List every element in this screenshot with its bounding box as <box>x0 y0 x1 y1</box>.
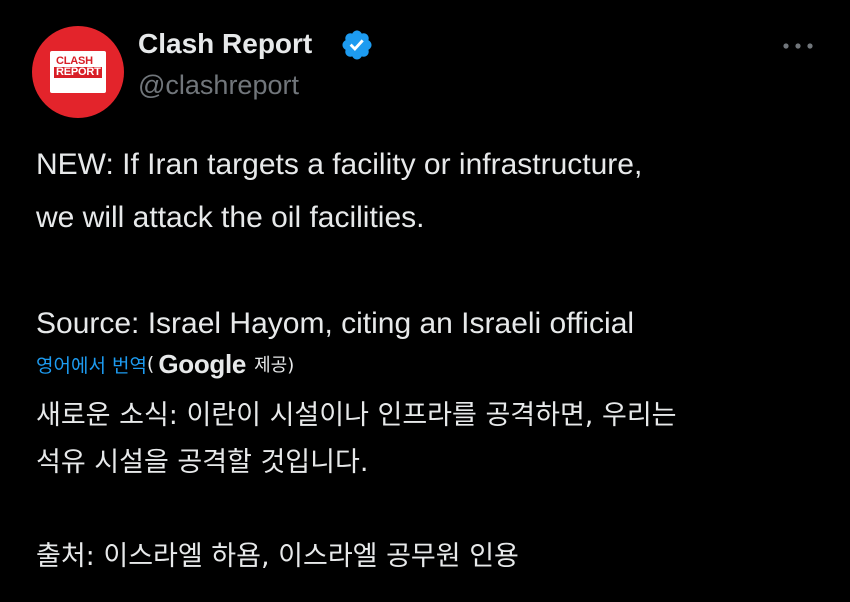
display-name[interactable]: Clash Report <box>138 27 312 61</box>
tweet-text: NEW: If Iran targets a facility or infra… <box>36 148 643 340</box>
translation-open-paren: ( <box>146 353 155 375</box>
google-logo: Google <box>158 348 247 379</box>
translated-from-link[interactable]: 영어에서 번역 <box>36 351 147 378</box>
avatar-logo: CLASH REPORT <box>54 55 102 78</box>
handle[interactable]: @clashreport <box>138 68 299 102</box>
translated-text: 새로운 소식: 이란이 시설이나 인프라를 공격하면, 우리는 석유 시설을 공… <box>36 400 677 572</box>
avatar[interactable]: CLASH REPORT <box>32 26 124 118</box>
tweet: CLASH REPORT Clash Report @clashreport N… <box>0 0 850 602</box>
verified-badge-icon <box>342 30 372 60</box>
translation-provided-label: 제공) <box>254 355 295 376</box>
more-options-icon[interactable] <box>778 34 818 58</box>
translation-bar: 영어에서 번역 ( Google 제공) <box>36 344 294 384</box>
